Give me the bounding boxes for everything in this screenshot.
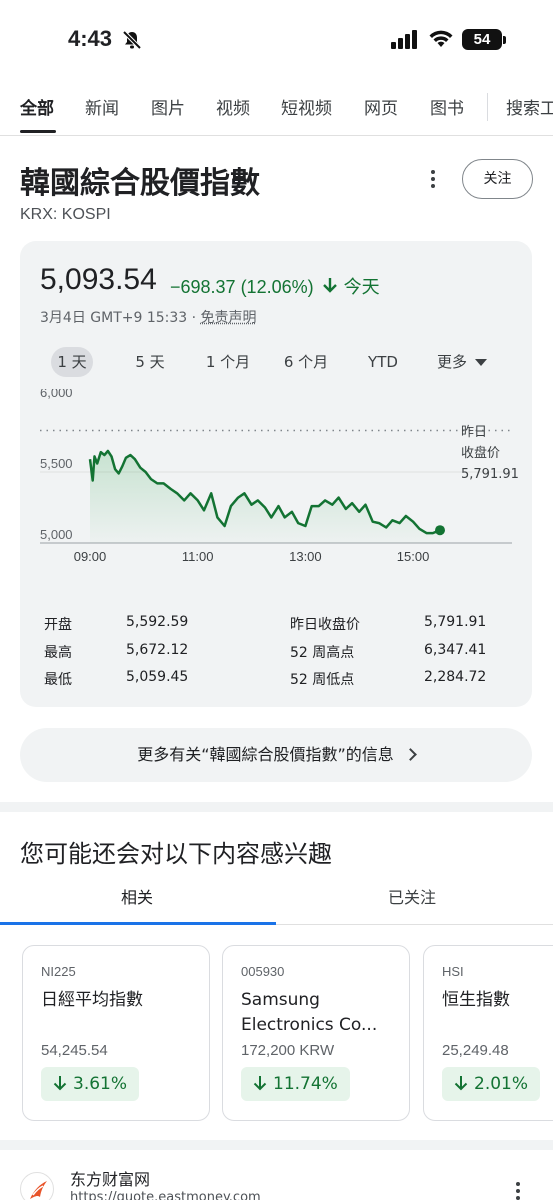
stat-label-prev-close: 昨日收盘价 [290, 617, 360, 633]
ticker-subtitle: KRX: KOSPI [20, 206, 111, 223]
x-tick-label: 11:00 [182, 549, 214, 564]
tab-short-videos[interactable]: 短视频 [281, 94, 332, 119]
tab-news[interactable]: 新闻 [85, 94, 119, 119]
y-tick-label: 5,000 [40, 527, 73, 542]
stat-value-prev-close: 5,791.91 [424, 614, 487, 630]
range-1-day[interactable]: 1 天 [51, 347, 93, 377]
stock-change-badge: 11.74% [241, 1067, 350, 1101]
change-value: −698.37 (12.06%) [170, 277, 314, 297]
range-6-months[interactable]: 6 个月 [278, 347, 334, 377]
stock-name: 日經平均指數 [41, 990, 143, 1010]
range-more-label: 更多 [436, 353, 467, 371]
stock-symbol: 005930 [241, 964, 285, 979]
stat-label-open: 开盘 [44, 617, 72, 633]
current-price: 5,093.54 [40, 263, 157, 296]
previous-close-label: 昨日 [461, 425, 487, 440]
stock-change: 3.61% [73, 1074, 128, 1094]
search-result-source[interactable]: 东方财富网 https://quote.eastmoney.com [0, 1150, 553, 1200]
last-point [435, 525, 445, 536]
y-tick-label: 5,500 [40, 456, 73, 471]
stock-symbol: HSI [442, 964, 464, 979]
wifi-icon [429, 30, 453, 47]
arrow-down-icon [253, 1076, 267, 1091]
page-title: 韓國綜合股價指數 [20, 166, 260, 201]
stock-card-ni225[interactable]: NI225 日經平均指數 54,245.54 3.61% [22, 945, 210, 1121]
stat-label-low: 最低 [44, 672, 72, 688]
battery-indicator: 54 [462, 29, 502, 50]
change-period: 今天 [343, 277, 380, 297]
active-tab-indicator [0, 922, 276, 925]
stock-symbol: NI225 [41, 964, 76, 979]
stock-value: 54,245.54 [41, 1042, 108, 1059]
stock-change: 11.74% [273, 1074, 338, 1094]
stock-change: 2.01% [474, 1074, 529, 1094]
range-ytd[interactable]: YTD [360, 347, 406, 377]
cellular-signal-icon [391, 30, 417, 49]
tab-all[interactable]: 全部 [20, 94, 54, 119]
stat-value-open: 5,592.59 [126, 614, 189, 630]
stat-label-high: 最高 [44, 645, 72, 661]
stat-label-52w-low: 52 周低点 [290, 672, 355, 688]
series-area [90, 451, 440, 543]
stat-value-high: 5,672.12 [126, 642, 189, 658]
previous-close-label: 5,791.91 [461, 467, 519, 482]
quote-timestamp: 3月4日 GMT+9 15:33 · 免责声明 [40, 307, 257, 327]
range-more[interactable]: 更多 [430, 347, 494, 377]
caret-down-icon [475, 359, 487, 366]
x-tick-label: 09:00 [74, 549, 107, 564]
range-1-month[interactable]: 1 个月 [200, 347, 256, 377]
stock-value: 172,200 KRW [241, 1042, 335, 1059]
section-separator [0, 1140, 553, 1150]
timestamp-text: 3月4日 GMT+9 15:33 · [40, 310, 201, 326]
stat-value-low: 5,059.45 [126, 669, 189, 685]
x-tick-label: 15:00 [397, 549, 430, 564]
stat-value-52w-high: 6,347.41 [424, 642, 487, 658]
tab-web[interactable]: 网页 [364, 94, 398, 119]
interest-heading: 您可能还会对以下内容感兴趣 [20, 840, 332, 868]
chevron-right-icon [403, 748, 417, 761]
tab-images[interactable]: 图片 [151, 94, 185, 119]
stock-change-badge: 3.61% [41, 1067, 140, 1101]
result-options-icon[interactable] [516, 1182, 520, 1200]
site-name: 东方财富网 [70, 1170, 151, 1189]
stat-label-52w-high: 52 周高点 [290, 645, 355, 661]
stat-value-52w-low: 2,284.72 [424, 669, 487, 685]
stock-name: Samsung Electronics Co... [241, 990, 378, 1035]
tab-following[interactable]: 已关注 [388, 884, 436, 908]
more-info-button[interactable]: 更多有关“韓國綜合股價指數”的信息 [20, 728, 532, 782]
stock-card-samsung[interactable]: 005930 Samsung Electronics Co... 172,200… [222, 945, 410, 1121]
search-tabs: 全部 新闻 图片 视频 短视频 网页 图书 搜索工具 [0, 80, 553, 136]
tab-search-tools[interactable]: 搜索工具 [506, 94, 553, 119]
arrow-down-icon [53, 1076, 67, 1091]
site-url[interactable]: https://quote.eastmoney.com [70, 1190, 261, 1200]
arrow-down-icon [322, 278, 337, 293]
tab-books[interactable]: 图书 [430, 94, 464, 119]
follow-button[interactable]: 关注 [462, 159, 533, 199]
status-bar: 4:43 54 [0, 0, 553, 80]
stock-card-hsi[interactable]: HSI 恒生指數 25,249.48 2.01% [423, 945, 553, 1121]
y-tick-label: 6,000 [40, 389, 73, 400]
stock-name: 恒生指數 [442, 990, 510, 1010]
bell-muted-icon [122, 30, 142, 50]
tab-related[interactable]: 相关 [121, 884, 153, 908]
disclaimer-link[interactable]: 免责声明 [201, 310, 257, 326]
price-change: −698.37 (12.06%) 今天 [170, 273, 380, 299]
x-tick-label: 13:00 [289, 549, 322, 564]
section-separator [0, 802, 553, 812]
quote-card: 5,093.54 −698.37 (12.06%) 今天 3月4日 GMT+9 … [20, 241, 532, 707]
tab-videos[interactable]: 视频 [216, 94, 250, 119]
stock-change-badge: 2.01% [442, 1067, 541, 1101]
tab-divider [487, 93, 488, 121]
arrow-down-icon [454, 1076, 468, 1091]
active-tab-indicator [20, 130, 56, 133]
more-options-icon[interactable] [424, 168, 442, 192]
site-logo-icon [20, 1172, 54, 1200]
range-5-days[interactable]: 5 天 [126, 347, 174, 377]
more-info-label: 更多有关“韓國綜合股價指數”的信息 [137, 745, 394, 764]
status-time: 4:43 [68, 26, 113, 51]
stock-value: 25,249.48 [442, 1042, 509, 1059]
price-chart[interactable]: 6,000 5,500 5,00009:00 11:00 13:00 15:00 昨日收盘价… [20, 389, 532, 579]
previous-close-label: 收盘价 [461, 445, 500, 461]
battery-tip [503, 36, 506, 44]
